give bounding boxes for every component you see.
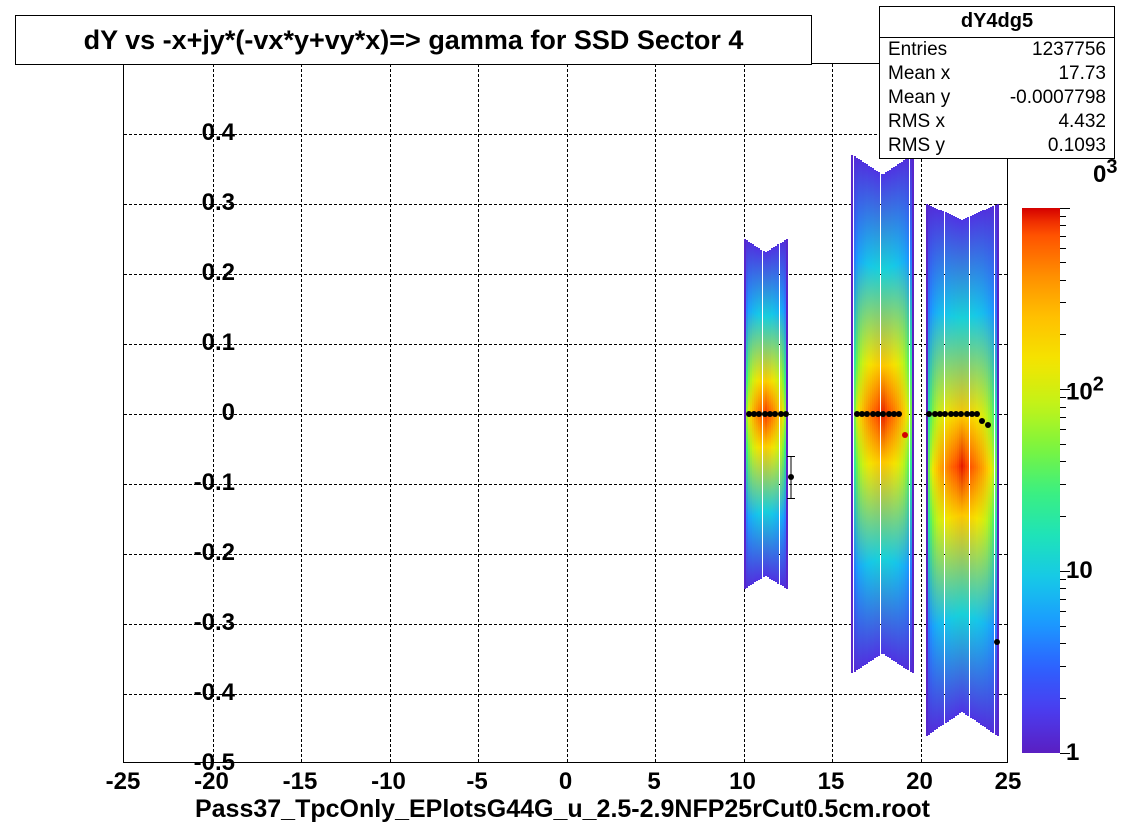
z-minor-tick [1060,461,1066,462]
error-bar [791,456,792,498]
z-minor-tick [1060,444,1066,445]
z-minor-tick [1060,611,1066,612]
stats-histogram-name: dY4dg5 [880,7,1114,38]
profile-marker [902,432,908,438]
z-minor-tick [1060,236,1066,237]
profile-marker [783,411,789,417]
z-minor-tick [1060,643,1066,644]
profile-marker [994,639,1000,645]
x-tick-label: 15 [818,768,845,796]
y-tick-label: -0.1 [165,469,235,497]
chart-title: dY vs -x+jy*(-vx*y+vy*x)=> gamma for SSD… [15,15,812,65]
z-minor-tick [1060,599,1066,600]
grid-line-horizontal [124,694,1007,695]
grid-line-vertical [478,64,479,762]
grid-line-vertical [567,64,568,762]
chart-footer-text: Pass37_TpcOnly_EPlotsG44G_u_2.5-2.9NFP25… [0,795,1125,824]
z-minor-tick [1060,484,1066,485]
x-tick-label: -10 [371,768,406,796]
grid-line-vertical [832,64,833,762]
z-minor-tick [1060,248,1066,249]
z-minor-tick [1060,225,1066,226]
stats-row: Mean x17.73 [880,62,1114,86]
profile-marker [985,422,991,428]
y-tick-label: -0.2 [165,539,235,567]
profile-marker [974,411,980,417]
grid-line-vertical [301,64,302,762]
x-tick-label: 5 [647,768,660,796]
grid-line-vertical [390,64,391,762]
plot-area [123,63,1008,763]
color-scale-bar [1022,208,1060,753]
y-tick-label: 0.4 [165,119,235,147]
z-minor-tick [1060,280,1066,281]
y-tick-label: 0 [165,399,235,427]
z-minor-tick [1060,407,1066,408]
x-tick-label: -5 [466,768,487,796]
z-tick-extra: 03 [1093,156,1117,189]
x-tick-label: 0 [559,768,572,796]
x-tick-label: 20 [906,768,933,796]
z-minor-tick [1060,626,1066,627]
z-tick-label: 102 [1066,373,1104,406]
z-minor-tick [1060,579,1066,580]
stats-row: RMS y0.1093 [880,134,1114,158]
y-tick-label: 0.2 [165,259,235,287]
stats-row: Entries1237756 [880,38,1114,62]
density-slice [997,204,999,736]
z-minor-tick [1060,334,1066,335]
profile-marker [896,411,902,417]
y-tick-label: -0.4 [165,679,235,707]
grid-line-horizontal [124,134,1007,135]
z-minor-tick [1060,666,1066,667]
density-slice [912,155,914,673]
z-minor-tick [1060,417,1066,418]
error-bar-cap [787,498,795,499]
x-tick-label: 25 [995,768,1022,796]
stats-row: Mean y-0.0007798 [880,86,1114,110]
z-minor-tick [1060,429,1066,430]
z-major-tick [1060,208,1070,209]
z-minor-tick [1060,516,1066,517]
y-tick-label: -0.3 [165,609,235,637]
z-minor-tick [1060,302,1066,303]
x-tick-label: -15 [283,768,318,796]
z-major-tick [1060,571,1070,572]
stats-box: dY4dg5 Entries1237756Mean x17.73Mean y-0… [879,6,1115,159]
z-minor-tick [1060,262,1066,263]
grid-line-vertical [655,64,656,762]
stats-row: RMS x4.432 [880,110,1114,134]
error-bar-cap [787,456,795,457]
x-tick-label: 10 [729,768,756,796]
z-minor-tick [1060,588,1066,589]
z-minor-tick [1060,397,1066,398]
y-tick-label: 0.3 [165,189,235,217]
z-major-tick [1060,753,1070,754]
grid-line-vertical [921,64,922,762]
z-minor-tick [1060,216,1066,217]
x-tick-label: -25 [106,768,141,796]
y-tick-label: 0.1 [165,329,235,357]
z-major-tick [1060,389,1070,390]
z-minor-tick [1060,698,1066,699]
y-tick-label: -0.5 [165,749,235,777]
z-tick-label: 10 [1066,557,1093,585]
